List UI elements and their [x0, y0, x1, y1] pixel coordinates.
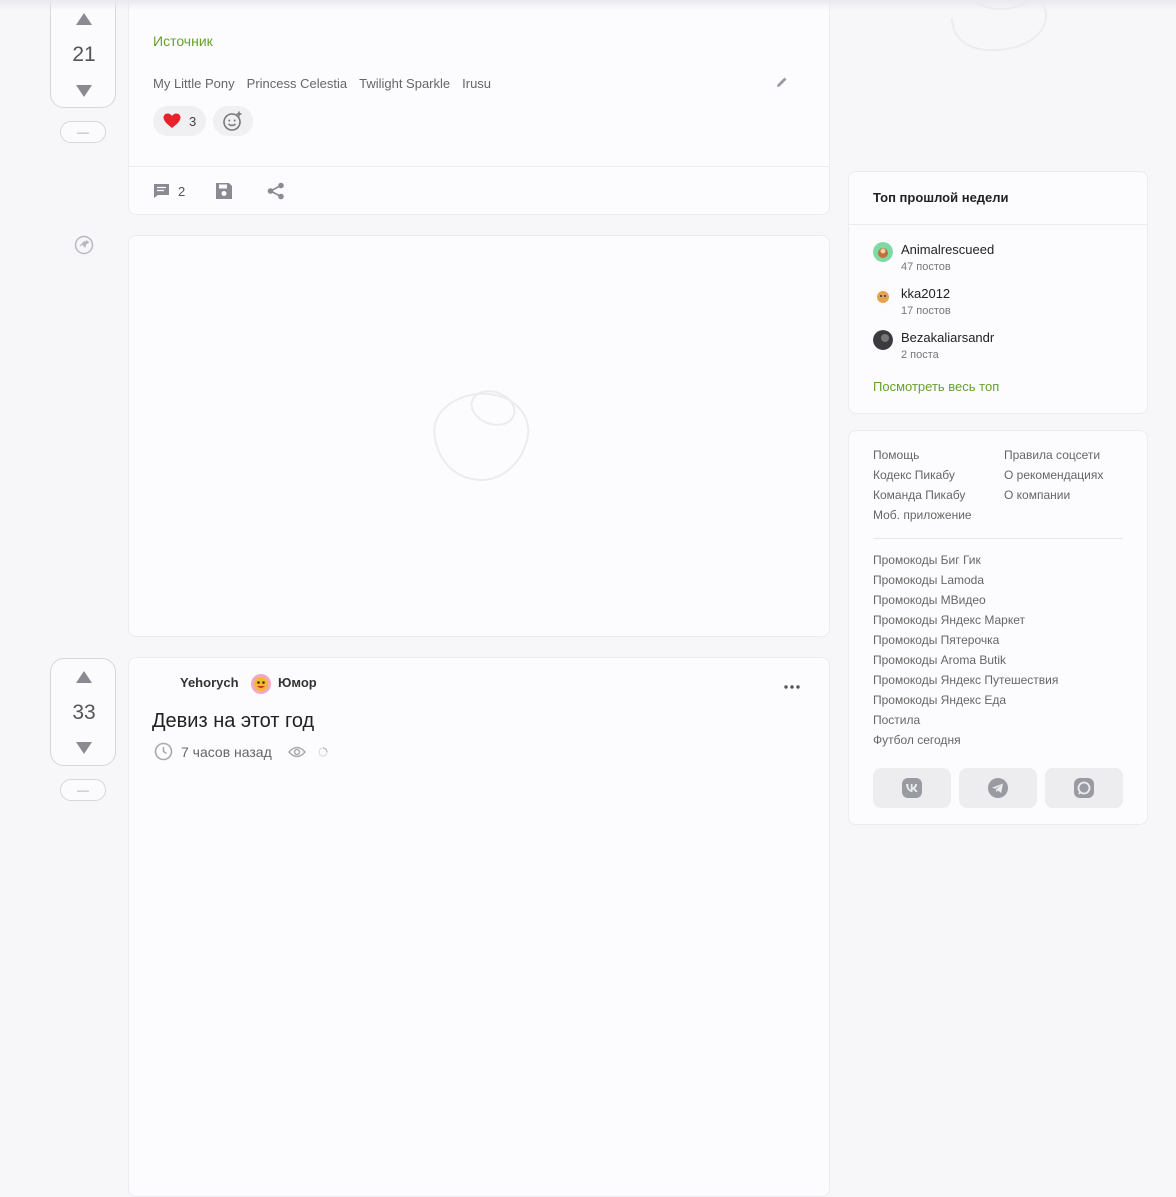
add-emoji-icon — [223, 111, 242, 131]
post-actions: 2 — [153, 182, 285, 200]
divider — [873, 538, 1123, 539]
top-shadow — [0, 0, 1176, 10]
dzen-button[interactable] — [1045, 768, 1123, 808]
hide-post-button[interactable]: — — [60, 121, 106, 143]
top-user-name[interactable]: Animalrescueed — [901, 242, 994, 257]
top-user-item[interactable]: Animalrescueed 47 постов — [873, 242, 994, 273]
promo-links: Промокоды Биг Гик Промокоды Lamoda Промо… — [873, 553, 1058, 748]
links-column-left: Помощь Кодекс Пикабу Команда Пикабу Моб.… — [873, 448, 972, 523]
promo-link[interactable]: Промокоды МВидео — [873, 593, 1058, 608]
top-user-posts: 17 постов — [901, 305, 951, 317]
post-meta: 7 часов назад — [154, 742, 328, 761]
top-week-panel: Топ прошлой недели Animalrescueed 47 пос… — [848, 171, 1148, 414]
avatar — [873, 242, 893, 262]
hide-post-button[interactable]: — — [60, 779, 106, 801]
tag[interactable]: My Little Pony — [153, 76, 235, 91]
tag[interactable]: Princess Celestia — [247, 76, 347, 91]
author-name[interactable]: Yehorych — [180, 675, 239, 690]
community-link[interactable]: Юмор — [278, 675, 317, 690]
footer-link[interactable]: О рекомендациях — [1004, 468, 1103, 483]
divider — [129, 166, 829, 167]
promo-link[interactable]: Футбол сегодня — [873, 733, 1058, 748]
more-options-icon[interactable] — [783, 684, 801, 690]
post-rating-box: 33 — [50, 658, 116, 766]
dzen-icon — [1074, 778, 1094, 798]
downvote-button[interactable] — [51, 79, 117, 103]
top-user-name[interactable]: Bezakaliarsandr — [901, 330, 994, 345]
footer-link[interactable]: О компании — [1004, 488, 1103, 503]
telegram-icon — [988, 778, 1008, 798]
share-icon — [267, 182, 285, 200]
vk-button[interactable] — [873, 768, 951, 808]
save-button[interactable] — [215, 182, 233, 200]
tag[interactable]: Irusu — [462, 76, 491, 91]
arrow-down-icon — [76, 742, 92, 754]
spinner-icon — [318, 746, 328, 757]
loading-card — [128, 235, 830, 637]
top-week-title: Топ прошлой недели — [873, 190, 1009, 205]
pin-icon — [74, 235, 94, 255]
promo-link[interactable]: Промокоды Яндекс Путешествия — [873, 673, 1058, 688]
promo-link[interactable]: Промокоды Aroma Butik — [873, 653, 1058, 668]
promo-link[interactable]: Промокоды Биг Гик — [873, 553, 1058, 568]
avatar — [873, 286, 893, 306]
save-icon — [216, 183, 233, 199]
arrow-up-icon — [76, 13, 92, 25]
heart-reaction-button[interactable]: 3 — [153, 106, 206, 136]
top-user-name[interactable]: kka2012 — [901, 286, 951, 301]
post-time: 7 часов назад — [181, 743, 272, 760]
promo-link[interactable]: Промокоды Пятерочка — [873, 633, 1058, 648]
promo-link[interactable]: Промокоды Яндекс Маркет — [873, 613, 1058, 628]
vk-icon — [902, 778, 922, 798]
post-rating: 21 — [72, 43, 96, 66]
arrow-down-icon — [76, 85, 92, 97]
avatar — [873, 330, 893, 350]
footer-link[interactable]: Кодекс Пикабу — [873, 468, 972, 483]
downvote-button[interactable] — [51, 736, 117, 760]
footer-links-panel: Помощь Кодекс Пикабу Команда Пикабу Моб.… — [848, 430, 1148, 825]
footer-link[interactable]: Команда Пикабу — [873, 488, 972, 503]
post-card: Источник My Little Pony Princess Celesti… — [128, 0, 830, 215]
comments-count: 2 — [178, 183, 186, 199]
share-button[interactable] — [267, 182, 285, 200]
source-link[interactable]: Источник — [153, 33, 213, 49]
tags-list: My Little Pony Princess Celestia Twiligh… — [153, 76, 491, 91]
top-user-posts: 47 постов — [901, 261, 951, 273]
top-user-item[interactable]: kka2012 17 постов — [873, 286, 951, 317]
footer-link[interactable]: Правила соцсети — [1004, 448, 1103, 463]
loading-placeholder-icon — [433, 390, 530, 482]
links-column-right: Правила соцсети О рекомендациях О компан… — [1004, 448, 1103, 503]
post-card: Yehorych Юмор Девиз на этот год 7 часов … — [128, 657, 830, 1197]
promo-link[interactable]: Промокоды Яндекс Еда — [873, 693, 1058, 708]
upvote-button[interactable] — [51, 7, 117, 31]
promo-link[interactable]: Промокоды Lamoda — [873, 573, 1058, 588]
top-user-item[interactable]: Bezakaliarsandr 2 поста — [873, 330, 994, 361]
footer-link[interactable]: Помощь — [873, 448, 972, 463]
footer-link[interactable]: Моб. приложение — [873, 508, 972, 523]
add-reaction-button[interactable] — [213, 106, 253, 136]
comment-icon — [154, 184, 169, 198]
divider — [849, 224, 1147, 225]
comments-button[interactable]: 2 — [153, 183, 185, 199]
heart-icon — [163, 113, 181, 128]
promo-link[interactable]: Постила — [873, 713, 1058, 728]
community-humor-icon — [251, 674, 271, 694]
telegram-button[interactable] — [959, 768, 1037, 808]
edit-tags-icon[interactable] — [775, 75, 789, 89]
eye-icon — [287, 746, 306, 757]
arrow-up-icon — [76, 671, 92, 683]
tag[interactable]: Twilight Sparkle — [359, 76, 450, 91]
post-title[interactable]: Девиз на этот год — [152, 710, 314, 733]
top-user-posts: 2 поста — [901, 349, 939, 361]
upvote-button[interactable] — [51, 665, 117, 689]
reaction-count: 3 — [189, 113, 197, 129]
post-rating-box: 21 — [50, 0, 116, 108]
post-rating: 33 — [72, 701, 96, 724]
clock-icon — [154, 742, 173, 761]
see-all-top-link[interactable]: Посмотреть весь топ — [873, 379, 999, 394]
